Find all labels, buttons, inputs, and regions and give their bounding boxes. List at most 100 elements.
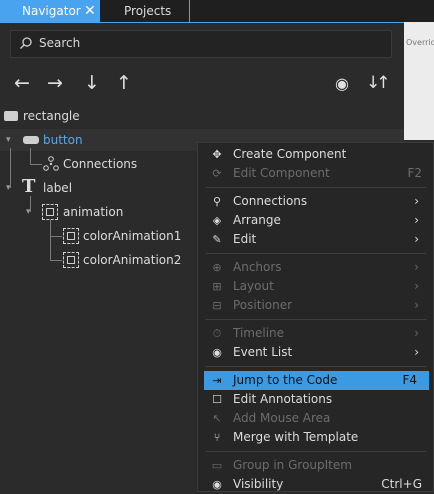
menu-item-label: Edit: [233, 232, 257, 246]
annotation-icon: ☐: [212, 393, 222, 406]
tree-connector: [30, 148, 31, 164]
overrides-label: Overrid: [406, 38, 434, 47]
menu-item-label: Event List: [233, 345, 293, 359]
menu-item-label: Positioner: [233, 298, 293, 312]
menu-item-layout[interactable]: ⊞ Layout ›: [198, 277, 433, 296]
chevron-right-icon: ›: [414, 326, 419, 340]
shortcut-label: F4: [402, 373, 417, 387]
chevron-right-icon: ›: [414, 260, 419, 274]
menu-separator: [206, 366, 426, 367]
search-icon: [19, 36, 33, 53]
menu-item-edit-annotations[interactable]: ☐ Edit Annotations: [198, 390, 433, 409]
search-input[interactable]: Search: [39, 36, 80, 50]
tree-connector: [50, 220, 51, 260]
edit-icon: ✎: [212, 233, 222, 246]
move-down-button[interactable]: ↓: [84, 72, 100, 94]
menu-item-anchors[interactable]: ⊕ Anchors ›: [198, 258, 433, 277]
tree-connector: [50, 260, 62, 261]
menu-item-timeline[interactable]: ⏱ Timeline ›: [198, 324, 433, 343]
sort-button[interactable]: ↓↑: [366, 73, 390, 93]
chevron-right-icon: ›: [414, 194, 419, 208]
right-pane-header: [404, 0, 434, 22]
connections-icon: ⚲: [212, 195, 222, 208]
menu-item-event-list[interactable]: ◉ Event List ›: [198, 343, 433, 362]
chevron-right-icon: ›: [414, 232, 419, 246]
tree-item-coloranimation1[interactable]: colorAnimation1: [0, 225, 200, 247]
tab-projects-label: Projects: [124, 4, 172, 18]
tree-item-connections-label: Connections: [63, 157, 138, 171]
tree-item-rectangle-label: rectangle: [23, 109, 80, 123]
tree-item-coloranimation2[interactable]: colorAnimation2: [0, 249, 200, 271]
layout-icon: ⊞: [212, 280, 222, 293]
move-right-button[interactable]: →: [47, 72, 63, 94]
group-icon: ▭: [211, 459, 223, 472]
timeline-icon: ⏱: [212, 327, 222, 340]
chevron-right-icon: ›: [414, 345, 419, 359]
menu-item-connections[interactable]: ⚲ Connections ›: [198, 192, 433, 211]
tree-item-animation-label: animation: [63, 205, 124, 219]
move-up-button[interactable]: ↑: [116, 72, 132, 94]
item-icon: [23, 136, 39, 144]
menu-item-label: Edit Annotations: [233, 392, 333, 406]
menu-separator: [206, 319, 426, 320]
chevron-right-icon: ›: [414, 279, 419, 293]
menu-item-merge-with-template[interactable]: ⑂ Merge with Template: [198, 428, 433, 447]
event-list-icon: ◉: [212, 346, 222, 359]
tree-item-coloranimation1-label: colorAnimation1: [83, 229, 182, 243]
shortcut-label: Ctrl+G: [381, 477, 422, 491]
tree-connector: [30, 164, 42, 165]
close-icon[interactable]: ✕: [84, 0, 96, 22]
menu-item-label: Group in GroupItem: [233, 458, 352, 472]
menu-item-group-in-groupitem[interactable]: ▭ Group in GroupItem: [198, 456, 433, 475]
menu-item-create-component[interactable]: ✥ Create Component: [198, 145, 433, 164]
menu-separator: [206, 451, 426, 452]
tab-navigator[interactable]: Navigator ✕: [0, 0, 100, 22]
tree-connector: [10, 148, 11, 188]
right-pane: Overrid: [404, 0, 434, 140]
menu-item-positioner[interactable]: ⊟ Positioner ›: [198, 296, 433, 315]
eye-icon: ◉: [212, 478, 222, 491]
menu-item-edit[interactable]: ✎ Edit ›: [198, 230, 433, 249]
visibility-toggle-icon[interactable]: ◉: [335, 74, 349, 93]
tree-item-rectangle[interactable]: rectangle: [0, 105, 404, 127]
menu-item-visibility[interactable]: ◉ Visibility Ctrl+G: [198, 475, 433, 494]
positioner-icon: ⊟: [212, 299, 222, 312]
animation-icon: [42, 204, 58, 220]
menu-item-label: Visibility: [233, 477, 284, 491]
tab-navigator-label: Navigator: [22, 4, 81, 18]
edit-component-icon: ⟳: [212, 167, 222, 180]
arrange-icon: ◈: [212, 214, 222, 227]
menu-item-arrange[interactable]: ◈ Arrange ›: [198, 211, 433, 230]
menu-item-add-mouse-area[interactable]: ↖ Add Mouse Area: [198, 409, 433, 428]
shortcut-label: F2: [407, 166, 422, 180]
jump-to-code-icon: ⇥: [212, 374, 222, 387]
animation-icon: [63, 252, 79, 268]
menu-item-label: Create Component: [233, 147, 347, 161]
chevron-right-icon: ›: [414, 213, 419, 227]
search-field[interactable]: Search: [10, 30, 392, 58]
tree-item-coloranimation2-label: colorAnimation2: [83, 253, 182, 267]
merge-icon: ⑂: [213, 431, 221, 444]
move-left-button[interactable]: ←: [14, 72, 30, 94]
connections-icon: [43, 156, 59, 179]
tab-projects[interactable]: Projects: [101, 0, 190, 22]
menu-item-label: Add Mouse Area: [233, 411, 331, 425]
tree-item-button-label: button: [43, 133, 83, 147]
anchors-icon: ⊕: [212, 261, 222, 274]
menu-item-label: Arrange: [233, 213, 281, 227]
menu-separator: [206, 187, 426, 188]
menu-item-label: Anchors: [233, 260, 282, 274]
rectangle-icon: [4, 111, 18, 121]
menu-item-edit-component[interactable]: ⟳ Edit Component F2: [198, 164, 433, 183]
menu-item-label: Timeline: [233, 326, 285, 340]
animation-icon: [63, 228, 79, 244]
menu-item-label: Merge with Template: [233, 430, 359, 444]
tab-bar: Navigator ✕ Projects: [0, 0, 404, 23]
tree-connector: [50, 236, 62, 237]
menu-item-label: Layout: [233, 279, 274, 293]
tree-connector: [30, 196, 31, 212]
menu-item-jump-to-code[interactable]: ⇥ Jump to the Code F4: [204, 371, 429, 390]
text-icon: T: [22, 176, 36, 197]
mouse-area-icon: ↖: [212, 412, 222, 425]
context-menu: ✥ Create Component ⟳ Edit Component F2 ⚲…: [197, 142, 434, 492]
